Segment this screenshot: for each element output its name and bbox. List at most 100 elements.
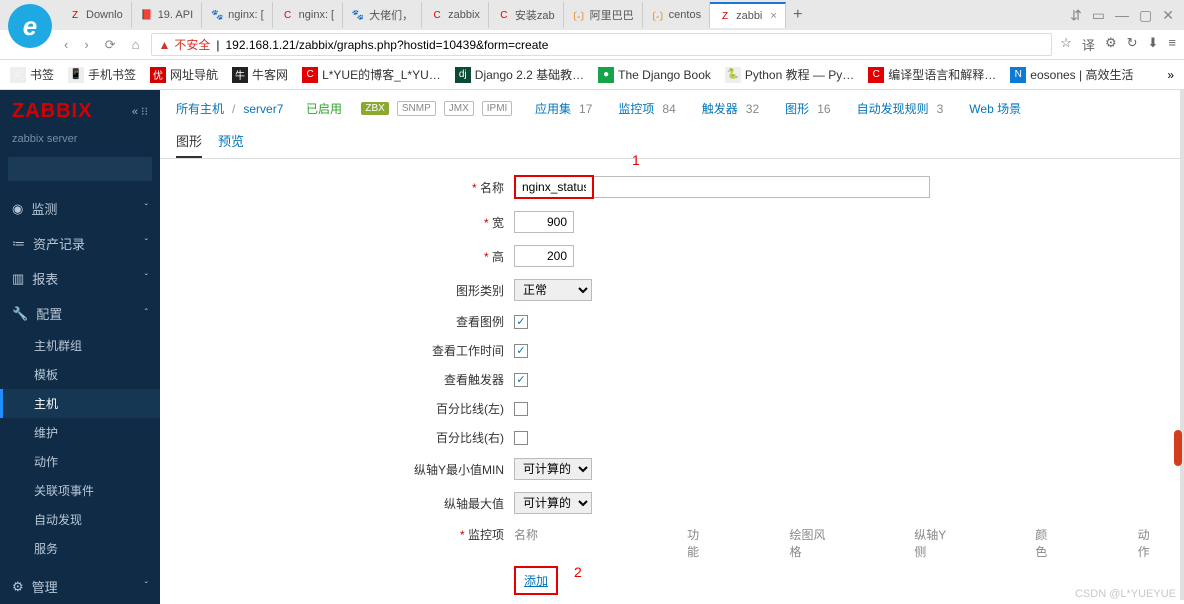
nav-item[interactable]: ◉监测ˇ — [0, 191, 160, 226]
browser-tab[interactable]: Zzabbi× — [710, 2, 786, 28]
nav-item[interactable]: ≔资产记录ˇ — [0, 226, 160, 261]
favicon: Z — [718, 9, 732, 23]
bc-enabled: 已启用 — [306, 100, 342, 117]
nav-label: 监测 — [31, 199, 57, 218]
nav-management[interactable]: ⚙ 管理 ˇ — [0, 569, 160, 604]
new-tab-button[interactable]: + — [786, 6, 810, 24]
select-type[interactable]: 正常 — [514, 279, 592, 301]
input-width[interactable] — [514, 211, 574, 233]
nav-sub-item[interactable]: 动作 — [0, 447, 160, 476]
browser-tab[interactable]: ZDownlo — [60, 2, 132, 28]
form-tabs: 图形 预览 — [160, 117, 1184, 159]
bookmark-label: eosones | 高效生活 — [1030, 66, 1133, 83]
label-worktime: 查看工作时间 — [184, 342, 514, 359]
items-col-header: 颜色 — [1035, 526, 1057, 560]
checkbox-legend[interactable] — [514, 315, 528, 329]
nav-sub-item[interactable]: 自动发现 — [0, 505, 160, 534]
bc-link[interactable]: 自动发现规则 — [857, 100, 929, 117]
nav-sub-item[interactable]: 主机 — [0, 389, 160, 418]
browser-tab[interactable]: 📕19. API — [132, 2, 202, 28]
label-height: 高 — [184, 248, 514, 265]
search-input[interactable] — [14, 162, 169, 176]
scrollbar-track[interactable] — [1180, 90, 1184, 600]
bc-link[interactable]: 应用集 — [535, 100, 571, 117]
home-button[interactable]: ⌂ — [128, 37, 144, 52]
favicon: C — [430, 8, 444, 22]
nav-icon: 🔧 — [12, 306, 28, 322]
bookmark-item[interactable]: CL*YUE的博客_L*YU… — [302, 66, 441, 83]
label-pct-left: 百分比线(左) — [184, 400, 514, 417]
forward-button[interactable]: › — [80, 37, 92, 52]
input-height[interactable] — [514, 245, 574, 267]
window-control[interactable]: — — [1115, 7, 1129, 24]
back-button[interactable]: ‹ — [60, 37, 72, 52]
tab-title: centos — [669, 9, 701, 21]
bookmark-item[interactable]: 📱手机书签 — [68, 66, 136, 83]
window-control[interactable]: ⇵ — [1070, 7, 1082, 24]
bookmark-item[interactable]: ●The Django Book — [598, 67, 711, 83]
bookmarks-more[interactable]: » — [1167, 68, 1174, 82]
browser-tab[interactable]: 〔-〕centos — [643, 2, 710, 28]
addr-icon[interactable]: ☆ — [1060, 35, 1072, 54]
nav-sub-item[interactable]: 模板 — [0, 360, 160, 389]
addr-icon[interactable]: ≡ — [1168, 35, 1176, 54]
bc-link[interactable]: 触发器 — [702, 100, 738, 117]
tab-title: 安装zab — [515, 7, 555, 23]
form: 1 名称 宽 高 图形类别 正常 查看图例 查看工作时间 — [160, 159, 1184, 604]
checkbox-triggers[interactable] — [514, 373, 528, 387]
select-ymax[interactable]: 可计算的 — [514, 492, 592, 514]
tab-title: nginx: [ — [228, 9, 263, 21]
bc-link[interactable]: 监控项 — [618, 100, 654, 117]
browser-tab[interactable]: 〔-〕阿里巴巴 — [564, 2, 643, 28]
nav-sub-item[interactable]: 维护 — [0, 418, 160, 447]
bookmark-item[interactable]: Neosones | 高效生活 — [1010, 66, 1133, 83]
select-ymin[interactable]: 可计算的 — [514, 458, 592, 480]
close-icon[interactable]: × — [770, 10, 776, 22]
input-name-ext[interactable] — [594, 176, 930, 198]
search-box[interactable]: 🔍 — [8, 157, 152, 181]
zabbix-logo: ZABBIX — [12, 100, 92, 123]
reload-button[interactable]: ⟳ — [101, 37, 120, 53]
input-name[interactable] — [514, 175, 594, 199]
interface-badge: SNMP — [397, 101, 436, 116]
bc-host[interactable]: server7 — [243, 102, 283, 116]
sidebar-collapse[interactable]: « ⁝⁝ — [132, 105, 148, 118]
browser-tab[interactable]: Cnginx: [ — [273, 2, 343, 28]
tab-preview[interactable]: 预览 — [218, 125, 244, 158]
bc-all-hosts[interactable]: 所有主机 — [176, 100, 224, 117]
add-item-link[interactable]: 添加 — [520, 570, 552, 591]
items-col-header: 功能 — [687, 526, 709, 560]
bc-link[interactable]: 图形 — [785, 100, 809, 117]
url-box[interactable]: ▲ 不安全 | 192.168.1.21/zabbix/graphs.php?h… — [151, 33, 1052, 56]
nav-sub-item[interactable]: 主机群组 — [0, 331, 160, 360]
addr-icon[interactable]: ⬇ — [1148, 35, 1159, 54]
bookmark-label: 网址导航 — [170, 66, 218, 83]
bookmark-item[interactable]: C编译型语言和解释… — [868, 66, 996, 83]
checkbox-worktime[interactable] — [514, 344, 528, 358]
nav-sub-item[interactable]: 关联项事件 — [0, 476, 160, 505]
browser-tab[interactable]: Czabbix — [422, 2, 489, 28]
tab-graph[interactable]: 图形 — [176, 125, 202, 158]
scrollbar-thumb[interactable] — [1174, 430, 1182, 466]
addr-icon[interactable]: 译 — [1082, 35, 1095, 54]
bookmark-item[interactable]: ☆书签 — [10, 66, 54, 83]
browser-tab[interactable]: 🐾nginx: [ — [202, 2, 272, 28]
nav-item[interactable]: ▥报表ˇ — [0, 261, 160, 296]
bookmark-item[interactable]: 🐍Python 教程 — Py… — [725, 66, 854, 83]
addr-icon[interactable]: ⚙ — [1105, 35, 1117, 54]
window-control[interactable]: ▢ — [1139, 7, 1152, 24]
bc-link[interactable]: Web 场景 — [969, 100, 1021, 117]
addr-icon[interactable]: ↻ — [1127, 35, 1138, 54]
browser-tab[interactable]: C安装zab — [489, 2, 564, 28]
checkbox-pct-left[interactable] — [514, 402, 528, 416]
nav-sub-item[interactable]: 服务 — [0, 534, 160, 563]
window-control[interactable]: ✕ — [1162, 7, 1174, 24]
window-control[interactable]: ▭ — [1092, 7, 1105, 24]
bookmark-item[interactable]: djDjango 2.2 基础教… — [455, 66, 584, 83]
bookmark-item[interactable]: 优网址导航 — [150, 66, 218, 83]
nav-label: 资产记录 — [33, 234, 85, 253]
checkbox-pct-right[interactable] — [514, 431, 528, 445]
browser-tab[interactable]: 🐾大佬们， — [343, 2, 422, 28]
bookmark-item[interactable]: 牛牛客网 — [232, 66, 288, 83]
nav-item[interactable]: 🔧配置ˆ — [0, 296, 160, 331]
